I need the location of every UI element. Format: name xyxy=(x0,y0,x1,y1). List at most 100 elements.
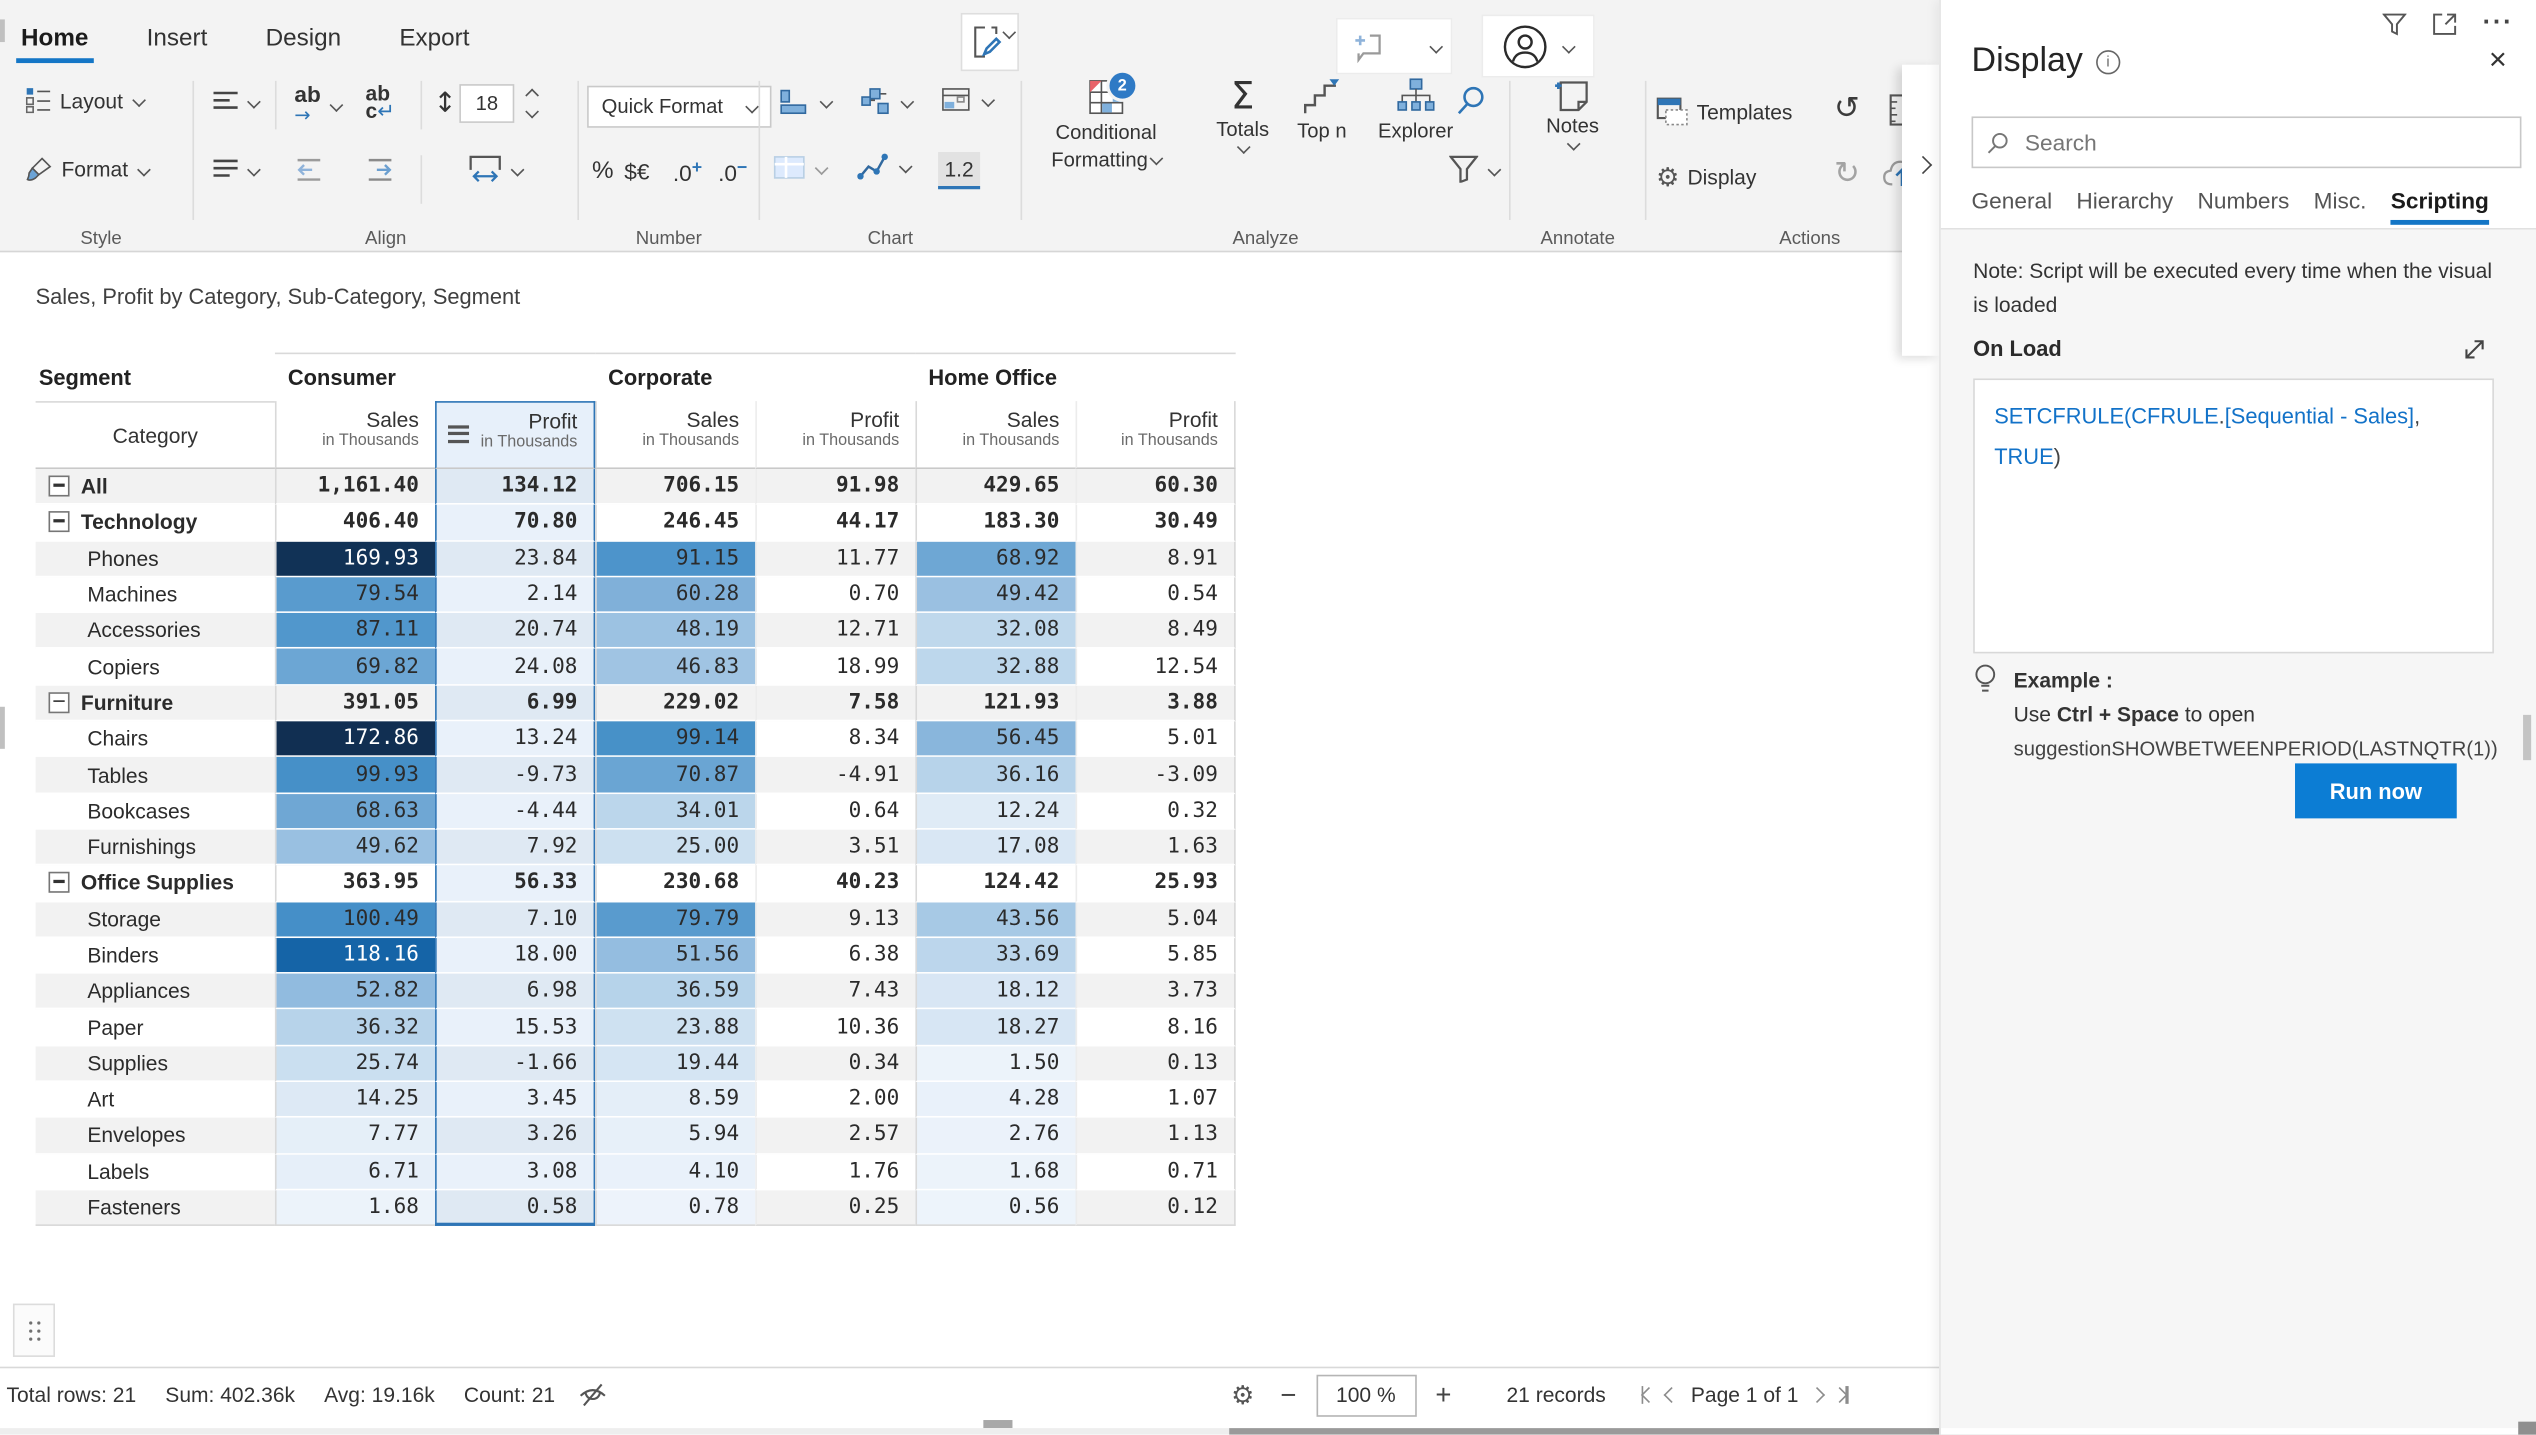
value-cell[interactable]: 24.08 xyxy=(435,649,595,685)
chart-type-table-button[interactable] xyxy=(935,84,1000,116)
value-cell[interactable]: 0.78 xyxy=(595,1190,755,1226)
value-cell[interactable]: 14.25 xyxy=(275,1082,435,1118)
decimal-places-button[interactable]: 1.2 xyxy=(938,152,980,189)
panel-expand-icon[interactable] xyxy=(2433,13,2457,36)
filter-button[interactable] xyxy=(1443,152,1506,186)
value-cell[interactable]: 121.93 xyxy=(915,685,1075,721)
panel-tab-numbers[interactable]: Numbers xyxy=(2198,188,2290,225)
value-cell[interactable]: 15.53 xyxy=(435,1010,595,1046)
value-cell[interactable]: 1.63 xyxy=(1076,830,1236,866)
value-cell[interactable]: 51.56 xyxy=(595,938,755,974)
segment-group-header[interactable]: Home Office xyxy=(915,353,1235,402)
collapse-icon[interactable] xyxy=(49,872,70,893)
row-label-cell[interactable]: Storage xyxy=(36,902,275,938)
value-cell[interactable]: 4.10 xyxy=(595,1154,755,1190)
value-cell[interactable]: 79.79 xyxy=(595,902,755,938)
redo-icon[interactable]: ↻ xyxy=(1834,155,1860,191)
value-cell[interactable]: 1,161.40 xyxy=(275,469,435,505)
value-cell[interactable]: 3.88 xyxy=(1076,685,1236,721)
row-label-cell[interactable]: Copiers xyxy=(36,649,275,685)
scrollbar-track[interactable] xyxy=(0,1428,1229,1434)
value-cell[interactable]: 7.43 xyxy=(755,974,915,1010)
value-cell[interactable]: 1.68 xyxy=(275,1190,435,1226)
next-page-button[interactable] xyxy=(1811,1389,1822,1400)
table-settings-gear-icon[interactable]: ⚙ xyxy=(1231,1380,1254,1411)
value-cell[interactable]: 2.57 xyxy=(755,1118,915,1154)
column-header[interactable]: Profitin Thousands xyxy=(435,401,595,469)
value-cell[interactable]: 46.83 xyxy=(595,649,755,685)
value-cell[interactable]: 3.51 xyxy=(755,830,915,866)
horizontal-align-button[interactable] xyxy=(207,155,265,182)
ribbon-tab-export[interactable]: Export xyxy=(394,7,474,64)
value-cell[interactable]: 2.14 xyxy=(435,577,595,613)
value-cell[interactable]: 25.74 xyxy=(275,1046,435,1082)
panel-tab-scripting[interactable]: Scripting xyxy=(2391,188,2489,225)
value-cell[interactable]: 8.91 xyxy=(1076,541,1236,577)
undo-icon[interactable]: ↺ xyxy=(1834,91,1860,127)
value-cell[interactable]: 0.12 xyxy=(1076,1190,1236,1226)
value-cell[interactable]: 6.99 xyxy=(435,685,595,721)
first-page-button[interactable] xyxy=(1641,1386,1655,1404)
notes-button[interactable]: Notes xyxy=(1540,74,1606,152)
value-cell[interactable]: 18.12 xyxy=(915,974,1075,1010)
value-cell[interactable]: 6.71 xyxy=(275,1154,435,1190)
font-size-down-icon[interactable] xyxy=(525,105,539,119)
font-size-stepper[interactable]: 18 xyxy=(459,84,537,123)
value-cell[interactable]: 7.58 xyxy=(755,685,915,721)
value-cell[interactable]: 1.50 xyxy=(915,1046,1075,1082)
visual-drag-handle[interactable] xyxy=(13,1304,55,1357)
value-cell[interactable]: 18.00 xyxy=(435,938,595,974)
value-cell[interactable]: 19.44 xyxy=(595,1046,755,1082)
value-cell[interactable]: 0.34 xyxy=(755,1046,915,1082)
row-label-cell[interactable]: Accessories xyxy=(36,613,275,649)
row-label-cell[interactable]: Art xyxy=(36,1082,275,1118)
last-page-button[interactable] xyxy=(1834,1386,1848,1404)
value-cell[interactable]: 4.28 xyxy=(915,1082,1075,1118)
value-cell[interactable]: 36.16 xyxy=(915,758,1075,794)
text-overflow-button[interactable]: ab→ xyxy=(288,81,348,128)
panel-scrollbar-thumb[interactable] xyxy=(2523,715,2531,760)
value-cell[interactable]: 40.23 xyxy=(755,866,915,902)
chart-type-waterfall-button[interactable] xyxy=(854,84,919,118)
font-size-value[interactable]: 18 xyxy=(459,84,514,123)
conditional-formatting-button[interactable]: 2 ConditionalFormatting xyxy=(1045,74,1168,178)
column-header[interactable]: Salesin Thousands xyxy=(275,401,435,469)
value-cell[interactable]: 0.32 xyxy=(1076,794,1236,830)
zoom-level-input[interactable]: 100 % xyxy=(1316,1374,1416,1416)
percent-format-button[interactable]: % xyxy=(592,157,614,184)
row-label-cell[interactable]: Technology xyxy=(36,505,275,541)
value-cell[interactable]: 30.49 xyxy=(1076,505,1236,541)
value-cell[interactable]: 25.93 xyxy=(1076,866,1236,902)
totals-button[interactable]: Σ Totals xyxy=(1210,74,1276,155)
table-style-button[interactable] xyxy=(767,152,833,183)
value-cell[interactable]: 56.45 xyxy=(915,721,1075,757)
ribbon-tab-home[interactable]: Home xyxy=(16,7,93,64)
row-label-cell[interactable]: Tables xyxy=(36,758,275,794)
row-label-cell[interactable]: Office Supplies xyxy=(36,866,275,902)
explorer-button[interactable]: Explorer xyxy=(1372,74,1460,145)
value-cell[interactable]: 363.95 xyxy=(275,866,435,902)
value-cell[interactable]: 172.86 xyxy=(275,721,435,757)
segment-corner-header[interactable]: Segment xyxy=(36,353,275,402)
value-cell[interactable]: 406.40 xyxy=(275,505,435,541)
value-cell[interactable]: 32.88 xyxy=(915,649,1075,685)
value-cell[interactable]: 36.59 xyxy=(595,974,755,1010)
row-label-cell[interactable]: Chairs xyxy=(36,721,275,757)
currency-format-button[interactable]: $€ xyxy=(624,159,649,185)
format-button[interactable]: Format xyxy=(19,152,155,186)
value-cell[interactable]: 6.38 xyxy=(755,938,915,974)
value-cell[interactable]: 246.45 xyxy=(595,505,755,541)
script-editor[interactable]: SETCFRULE(CFRULE.[Sequential - Sales],TR… xyxy=(1973,378,2494,653)
layout-button[interactable]: Layout xyxy=(19,84,150,116)
ribbon-tab-insert[interactable]: Insert xyxy=(142,7,212,64)
value-cell[interactable]: 8.16 xyxy=(1076,1010,1236,1046)
value-cell[interactable]: 44.17 xyxy=(755,505,915,541)
value-cell[interactable]: 429.65 xyxy=(915,469,1075,505)
eye-off-icon[interactable] xyxy=(578,1381,609,1408)
value-cell[interactable]: 91.98 xyxy=(755,469,915,505)
more-options-icon[interactable]: ··· xyxy=(2483,10,2514,39)
row-label-cell[interactable]: Furnishings xyxy=(36,830,275,866)
row-label-cell[interactable]: Labels xyxy=(36,1154,275,1190)
quick-format-dropdown[interactable]: Quick Format xyxy=(587,86,771,128)
collapse-icon[interactable] xyxy=(49,692,70,713)
